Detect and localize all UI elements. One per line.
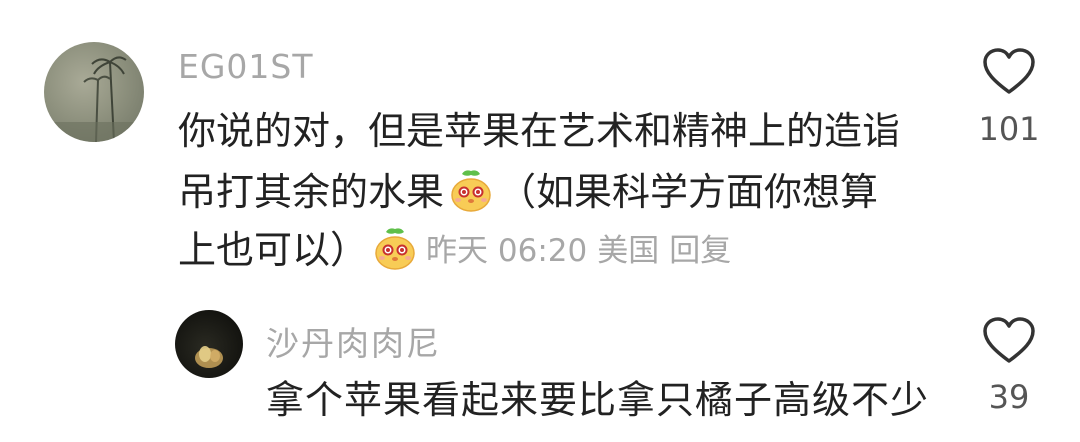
heart-outline-icon (983, 317, 1035, 363)
reply-text: 拿个苹果看起来要比拿只橘子高级不少 (266, 378, 930, 422)
cute-fruit-emoji-icon (448, 168, 494, 214)
comment-location: 美国 (597, 232, 660, 269)
comment-time: 昨天 06:20 (426, 232, 588, 269)
like-button[interactable] (982, 48, 1036, 96)
reply-username[interactable]: 沙丹肉肉尼 (266, 317, 441, 365)
avatar[interactable] (44, 42, 144, 142)
comment-text-line-3: 上也可以） 昨天 06:20 美国 回复 (178, 219, 741, 284)
reply-like-button[interactable] (982, 317, 1036, 365)
comment-text-line-1: 你说的对，但是苹果在艺术和精神上的造诣 (178, 109, 901, 153)
reply-button[interactable]: 回复 (669, 233, 731, 269)
comment-meta: 昨天 06:20 美国 回复 (426, 220, 741, 282)
cute-fruit-emoji-icon (372, 226, 418, 272)
reply-like-count: 39 (988, 378, 1030, 416)
heart-outline-icon (983, 48, 1035, 94)
reply-avatar[interactable] (175, 310, 243, 378)
avatar-image (44, 56, 144, 142)
comment-text-segment: （如果科学方面你想算 (498, 170, 879, 214)
comment-text-segment: 吊打其余的水果 (178, 170, 445, 214)
avatar-image (195, 346, 223, 368)
comment-username[interactable]: EG01ST (178, 47, 314, 86)
comment-text-line-2: 吊打其余的水果 （如果科学方面你想算 (178, 161, 878, 223)
comment-text-segment: 上也可以） (178, 228, 369, 272)
like-count: 101 (978, 110, 1040, 148)
